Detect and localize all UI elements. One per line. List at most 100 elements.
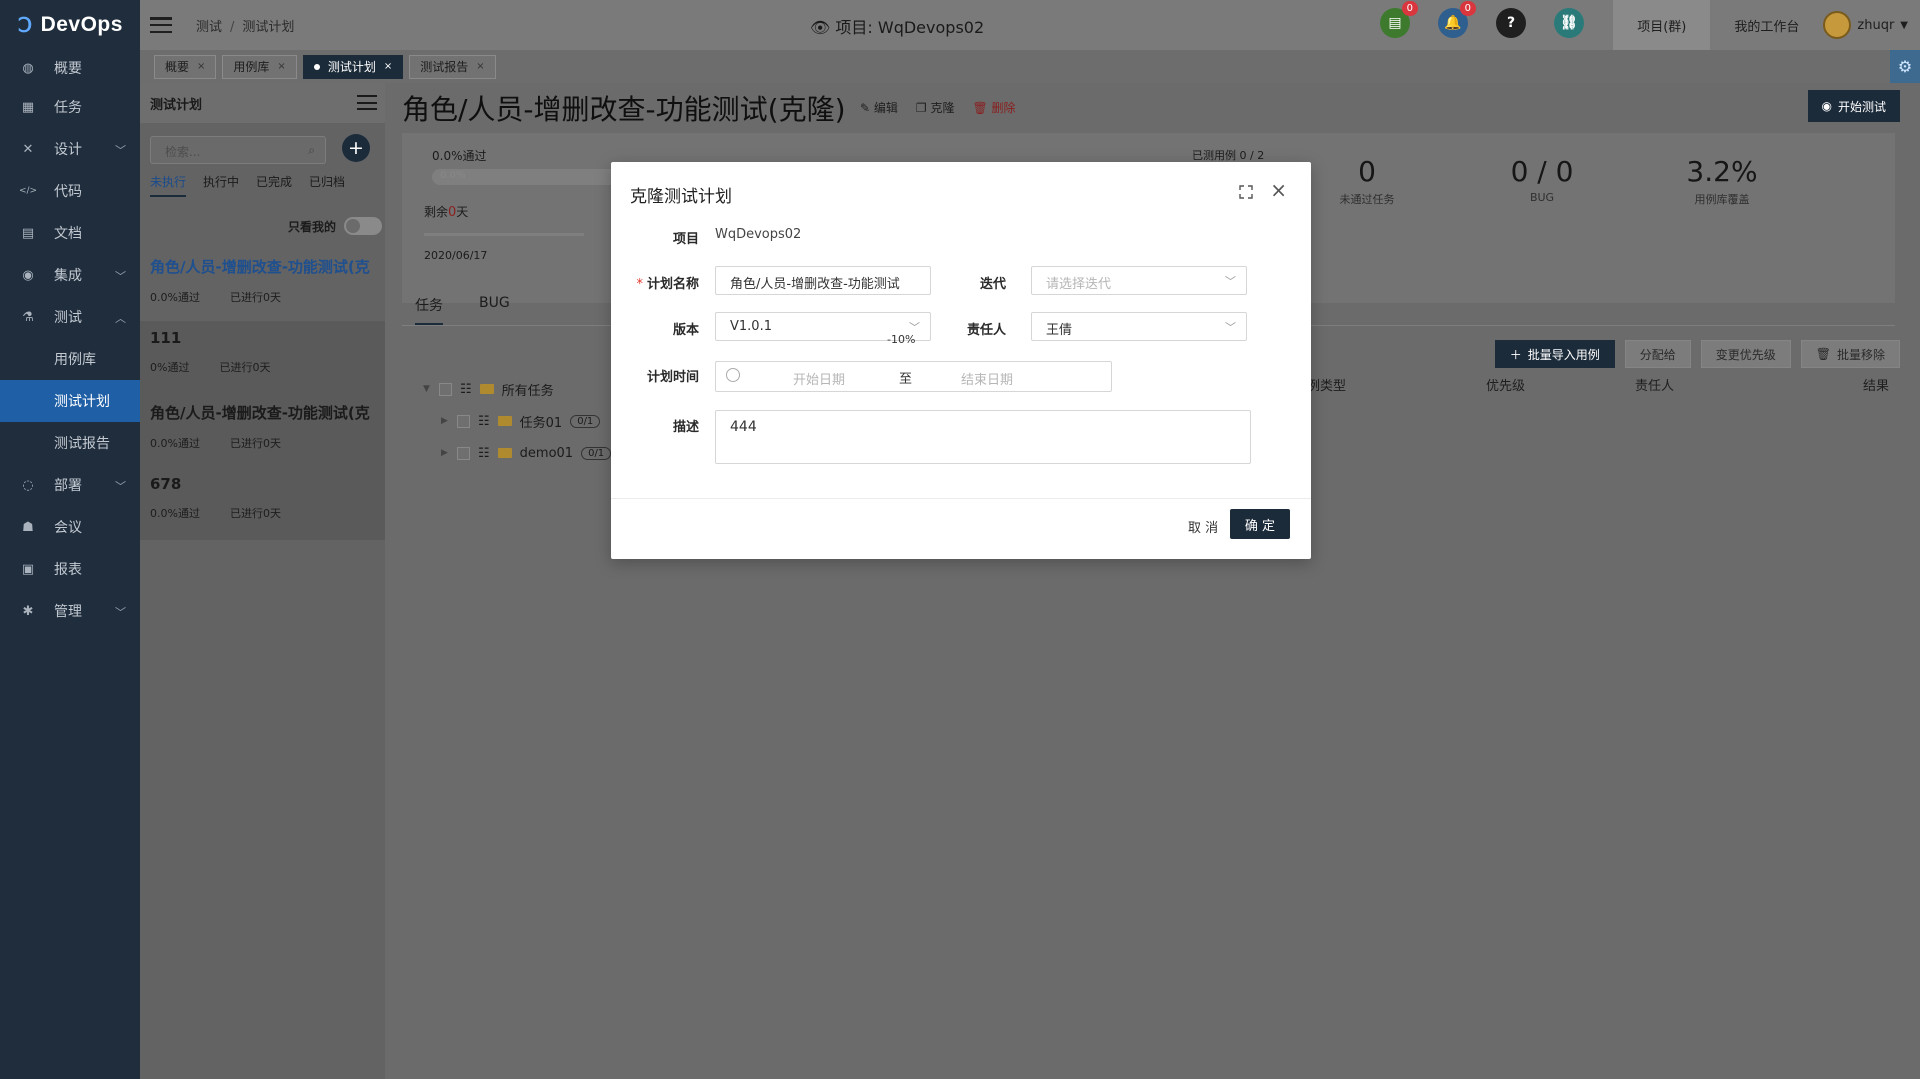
iteration-placeholder: 请选择迭代 — [1046, 277, 1112, 292]
toggle-switch[interactable] — [344, 217, 383, 235]
description-textarea[interactable]: 444 — [715, 410, 1251, 464]
tab-test-plan[interactable]: 测试计划 × — [302, 54, 404, 79]
plan-progress: 已进行0天 — [219, 361, 271, 374]
plan-search-input[interactable]: 检索... ⌕ — [150, 136, 326, 164]
plan-list-item[interactable]: 角色/人员-增删改查-功能测试(克 0.0%通过 已进行0天 — [140, 248, 385, 321]
sidebar-item-integration[interactable]: ◉ 集成 ﹀ — [0, 254, 140, 296]
avatar — [1823, 11, 1852, 39]
breadcrumb-item-test[interactable]: 测试 — [196, 20, 222, 35]
filter-not-started[interactable]: 未执行 — [150, 173, 187, 197]
sidebar-item-reports[interactable]: ▣ 报表 — [0, 548, 140, 590]
cancel-button[interactable]: 取 消 — [1188, 517, 1218, 536]
filter-completed[interactable]: 已完成 — [256, 173, 292, 197]
sidebar-item-test[interactable]: ⚗ 测试 ︿ — [0, 296, 140, 338]
sidebar-item-design[interactable]: ✕ 设计 ﹀ — [0, 128, 140, 170]
caret-down-icon: ▼ — [1900, 19, 1908, 31]
plan-list-item[interactable]: 角色/人员-增删改查-功能测试(克 0.0%通过 已进行0天 — [140, 394, 385, 467]
filter-in-progress[interactable]: 执行中 — [203, 173, 239, 197]
sidebar-item-admin[interactable]: ✱ 管理 ﹀ — [0, 590, 140, 632]
sidebar-item-overview[interactable]: ◍ 概要 — [0, 50, 140, 86]
add-plan-button[interactable]: + — [342, 134, 370, 162]
plan-panel-title: 测试计划 — [150, 97, 203, 113]
top-icons: ▤ 0 🔔 0 ? ⛓ — [1380, 1, 1584, 38]
tree-checkbox[interactable] — [457, 446, 470, 460]
plan-title: 678 — [150, 475, 182, 493]
settings-gear-icon[interactable]: ⚙ — [1890, 50, 1920, 83]
tree-node-label: 任务01 — [519, 415, 563, 431]
assign-button[interactable]: 分配给 — [1624, 340, 1691, 368]
sidebar-item-code[interactable]: </> 代码 — [0, 170, 140, 212]
tree-node[interactable]: ▶ ☷ 任务01 0/1 — [423, 405, 611, 437]
sidebar-item-deploy[interactable]: ◌ 部署 ﹀ — [0, 464, 140, 506]
sidebar-item-label: 代码 — [54, 184, 82, 200]
tab-tasks[interactable]: 任务 — [415, 295, 443, 325]
tab-bug[interactable]: BUG — [479, 295, 510, 325]
sidebar-item-label: 测试 — [54, 310, 82, 326]
sidebar-item-test-plan[interactable]: 测试计划 — [0, 380, 140, 422]
tab-case-library[interactable]: 用例库 × — [222, 54, 297, 79]
tab-test-report[interactable]: 测试报告 × — [409, 54, 496, 79]
close-icon[interactable]: × — [384, 61, 392, 72]
tab-overview[interactable]: 概要 × — [154, 54, 217, 79]
caret-down-icon[interactable]: ▼ — [423, 384, 431, 394]
project-group-button[interactable]: 项目(群) — [1613, 0, 1711, 50]
owner-select[interactable]: 王倩 ﹀ — [1031, 312, 1247, 341]
batch-remove-button[interactable]: 🗑 批量移除 — [1800, 340, 1900, 368]
fullscreen-icon[interactable] — [1239, 184, 1253, 199]
column-priority[interactable]: 优先级 — [1486, 375, 1525, 394]
tree-node-root[interactable]: ▼ ☷ 所有任务 — [423, 373, 611, 405]
delete-button[interactable]: 🗑 删除 — [972, 99, 1015, 116]
only-mine-toggle[interactable]: 只看我的 — [288, 217, 383, 235]
caret-right-icon[interactable]: ▶ — [441, 448, 449, 458]
sidebar-item-tasks[interactable]: ▦ 任务 — [0, 86, 140, 128]
folder-icon — [497, 416, 512, 426]
edit-icon: ✎ — [860, 101, 874, 115]
play-icon: ◉ — [1821, 99, 1832, 113]
plan-name-input[interactable]: 角色/人员-增删改查-功能测试 — [715, 266, 931, 295]
project-selector[interactable]: 👁 项目: WqDevops02 — [810, 14, 984, 38]
todo-icon[interactable]: ▤ 0 — [1380, 1, 1418, 38]
bug-count: 0 / 0 — [1510, 155, 1574, 188]
close-icon[interactable]: × — [476, 61, 484, 72]
edit-button[interactable]: ✎ 编辑 — [860, 99, 898, 116]
sidebar-item-docs[interactable]: ▤ 文档 — [0, 212, 140, 254]
start-date-input[interactable]: 开始日期 — [793, 369, 845, 388]
menu-toggle-icon[interactable] — [150, 17, 172, 33]
filter-archived[interactable]: 已归档 — [309, 173, 345, 197]
close-icon[interactable]: × — [1270, 178, 1287, 202]
app-logo[interactable]: Ↄ DevOps — [0, 0, 140, 50]
clone-button[interactable]: ❐ 克隆 — [916, 99, 955, 116]
start-test-button[interactable]: ◉ 开始测试 — [1807, 90, 1900, 122]
help-icon[interactable]: ? — [1496, 8, 1526, 38]
iteration-select[interactable]: 请选择迭代 ﹀ — [1031, 266, 1247, 295]
task-tree: ▼ ☷ 所有任务 ▶ ☷ 任务01 0/1 ▶ ☷ demo01 0/1 — [423, 373, 612, 469]
plan-progress: 已进行0天 — [229, 291, 281, 304]
menu-icon[interactable] — [357, 95, 377, 110]
plan-list-item[interactable]: 111 0%通过 已进行0天 — [140, 321, 385, 394]
plan-list-item[interactable]: 678 0.0%通过 已进行0天 — [140, 467, 385, 540]
close-icon[interactable]: × — [277, 61, 285, 72]
change-priority-button[interactable]: 变更优先级 — [1700, 340, 1791, 368]
sidebar-item-test-report[interactable]: 测试报告 — [0, 422, 140, 464]
sidebar-item-meeting[interactable]: ☗ 会议 — [0, 506, 140, 548]
workbench-link[interactable]: 我的工作台 — [1710, 16, 1823, 35]
bell-icon[interactable]: 🔔 0 — [1438, 1, 1476, 38]
tree-node-count: 0/1 — [570, 414, 601, 428]
date-range-picker[interactable]: 开始日期 至 结束日期 — [715, 361, 1112, 392]
caret-right-icon[interactable]: ▶ — [441, 416, 449, 426]
tree-checkbox[interactable] — [439, 382, 452, 396]
batch-import-button[interactable]: ＋ 批量导入用例 — [1494, 340, 1615, 368]
dialog-title: 克隆测试计划 — [630, 187, 732, 207]
column-result: 结果 — [1863, 379, 1890, 394]
clone-plan-dialog: 克隆测试计划 × 项目 WqDevops02 * 计划名称 角色/人员-增删改查-… — [611, 162, 1311, 559]
plan-time-label: 计划时间 — [646, 370, 699, 385]
page-title: 角色/人员-增删改查-功能测试(克隆) — [402, 93, 846, 126]
sidebar-item-case-library[interactable]: 用例库 — [0, 338, 140, 380]
tree-node[interactable]: ▶ ☷ demo01 0/1 — [423, 437, 612, 469]
link-icon[interactable]: ⛓ — [1554, 8, 1584, 38]
user-menu[interactable]: zhuqr ▼ — [1823, 11, 1920, 39]
tree-checkbox[interactable] — [457, 414, 470, 428]
confirm-button[interactable]: 确 定 — [1230, 509, 1290, 539]
end-date-input[interactable]: 结束日期 — [961, 369, 1013, 388]
close-icon[interactable]: × — [197, 61, 205, 72]
